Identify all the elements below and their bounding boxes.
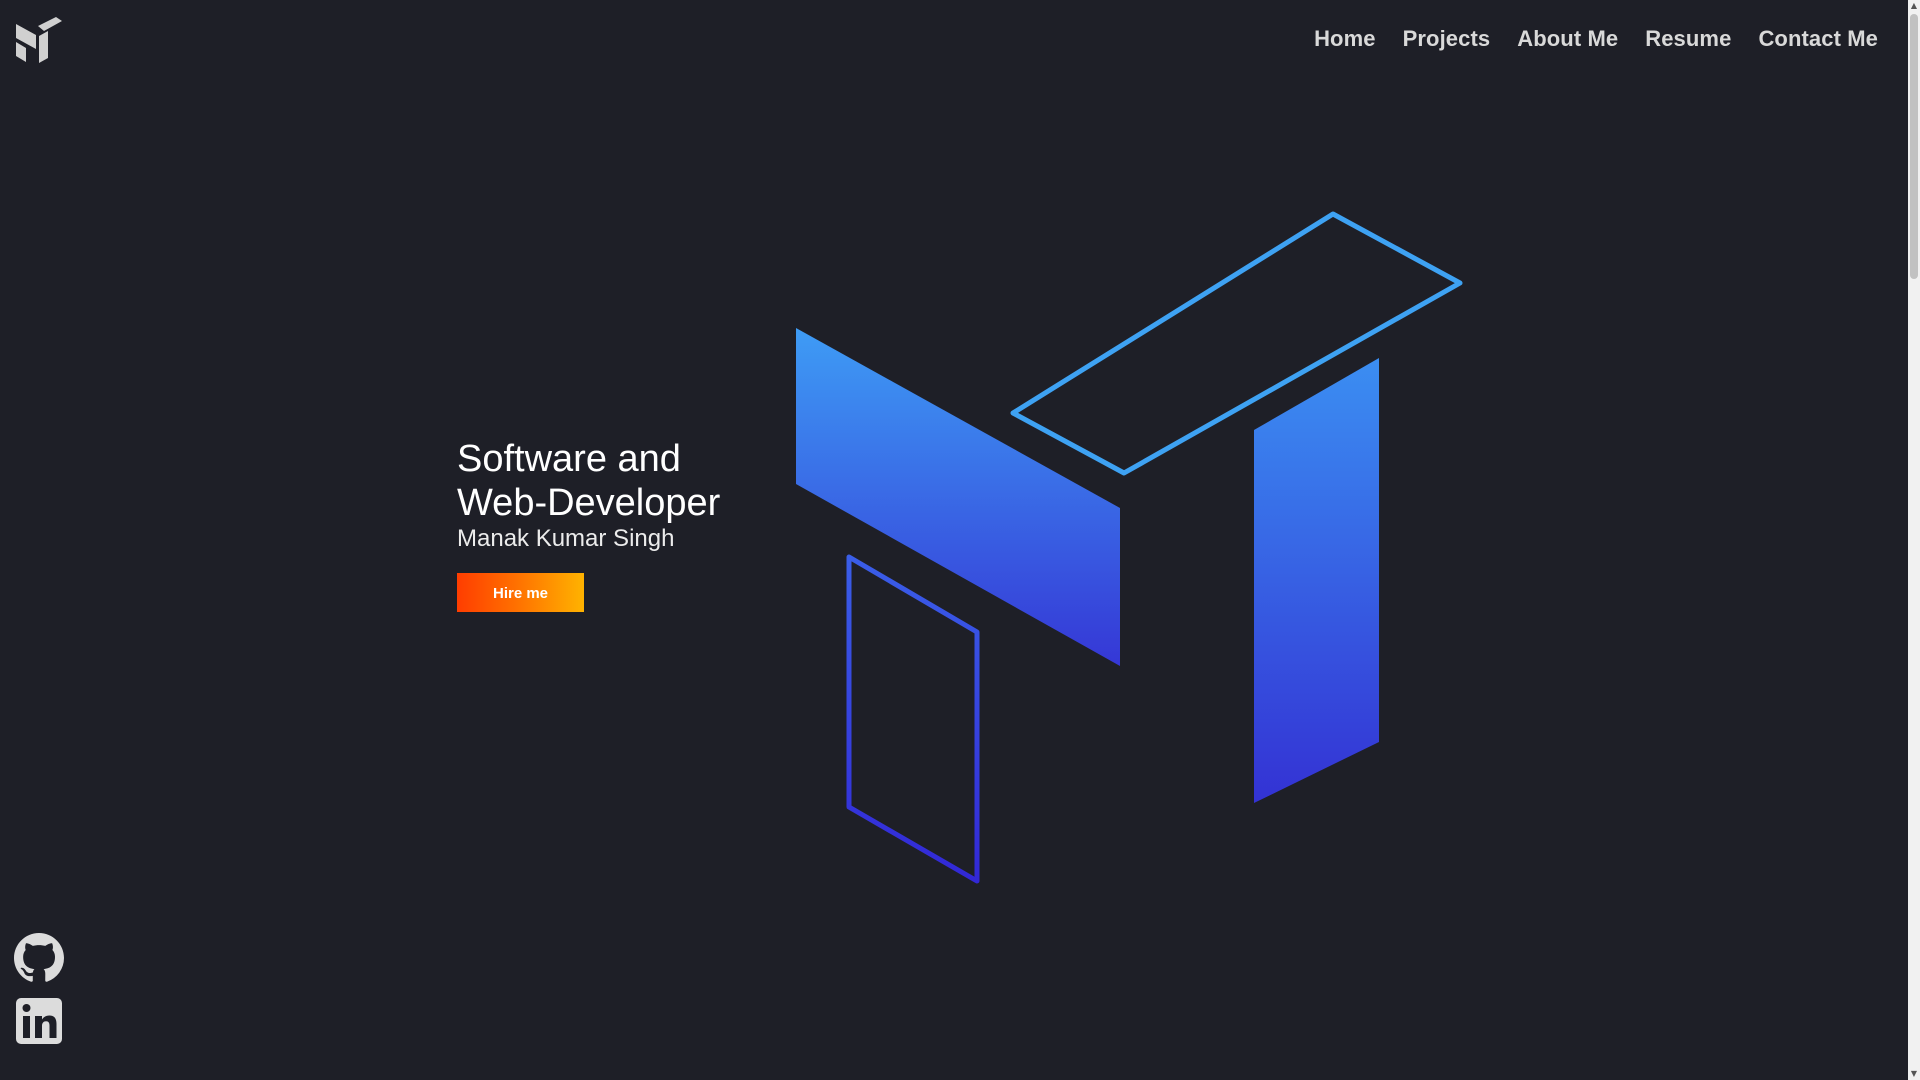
hero-title-line1: Software and — [457, 438, 681, 480]
github-icon[interactable] — [14, 933, 64, 983]
hire-me-button[interactable]: Hire me — [457, 573, 584, 612]
scroll-up-icon[interactable]: ▲ — [1908, 0, 1920, 12]
linkedin-icon[interactable] — [14, 996, 64, 1046]
illustration-right-slab — [1254, 358, 1379, 803]
hero-illustration — [796, 211, 1463, 884]
hero-title: Software and Web-Developer — [457, 437, 797, 525]
scroll-down-icon[interactable]: ▼ — [1908, 1068, 1920, 1080]
illustration-top-outline — [1010, 211, 1463, 476]
hero-section: Software and Web-Developer Manak Kumar S… — [457, 437, 797, 612]
scroll-thumb[interactable] — [1910, 14, 1918, 279]
page: Home Projects About Me Resume Contact Me — [0, 0, 1920, 1080]
page-scrollbar[interactable]: ▲ ▼ — [1908, 0, 1920, 1080]
hero-name: Manak Kumar Singh — [457, 525, 675, 552]
illustration-bottom-outline — [846, 554, 980, 884]
hero-title-line2: Web-Developer — [457, 482, 721, 524]
